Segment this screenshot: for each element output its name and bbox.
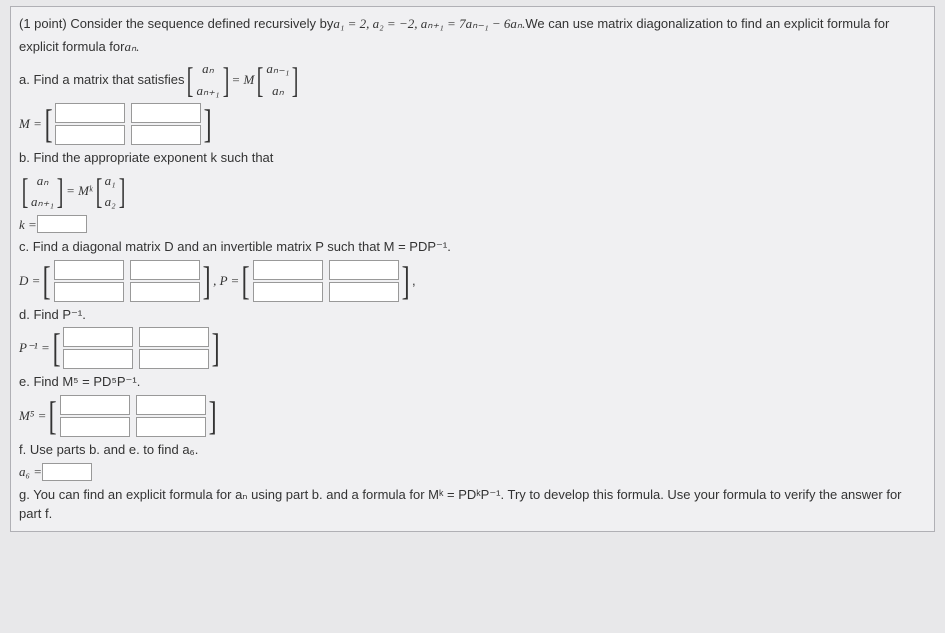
points-label: (1 point) [19, 14, 67, 34]
M-input-22[interactable] [131, 125, 201, 145]
M5-input-12[interactable] [136, 395, 206, 415]
M-matrix-row: M = [ ] [19, 103, 926, 145]
vec-a-top: aₙ [196, 59, 219, 79]
D-input-12[interactable] [130, 260, 200, 280]
D-input-21[interactable] [54, 282, 124, 302]
P-input-21[interactable] [253, 282, 323, 302]
M-input-11[interactable] [55, 103, 125, 123]
a6-input[interactable] [42, 463, 92, 481]
P-input-22[interactable] [329, 282, 399, 302]
vec-a-rbot: aₙ [266, 81, 289, 101]
a6-label: a₆ = [19, 462, 42, 482]
Pinv-input-11[interactable] [63, 327, 133, 347]
a6-row: a₆ = [19, 462, 926, 482]
problem-container: (1 point) Consider the sequence defined … [10, 6, 935, 532]
intro-text-2: We can use matrix diagonalization to fin… [525, 14, 889, 34]
vec-b-top: aₙ [31, 171, 54, 191]
part-a-label: a. Find a matrix that satisfies [19, 70, 184, 90]
k-input[interactable] [37, 215, 87, 233]
explicit-text: explicit formula for [19, 37, 124, 57]
M5-input-11[interactable] [60, 395, 130, 415]
k-label: k = [19, 215, 37, 235]
k-row: k = [19, 215, 926, 235]
comma-period: , [412, 271, 416, 291]
eq-M: = M [232, 70, 255, 90]
D-input-11[interactable] [54, 260, 124, 280]
vec-b-rbot: a₂ [105, 192, 116, 212]
vec-b-rtop: a₁ [105, 171, 116, 191]
M5-input-21[interactable] [60, 417, 130, 437]
D-input-22[interactable] [130, 282, 200, 302]
Pinv-input-21[interactable] [63, 349, 133, 369]
problem-intro: (1 point) Consider the sequence defined … [19, 14, 926, 34]
M5-input-22[interactable] [136, 417, 206, 437]
Pinv-row: P⁻¹ = [ ] [19, 327, 926, 369]
M5-row: M⁵ = [ ] [19, 395, 926, 437]
P-label: , P = [213, 271, 239, 291]
part-b-label: b. Find the appropriate exponent k such … [19, 148, 926, 168]
part-d-label: d. Find P⁻¹. [19, 305, 926, 325]
part-g-label: g. You can find an explicit formula for … [19, 485, 926, 524]
D-label: D = [19, 271, 40, 291]
P-input-11[interactable] [253, 260, 323, 280]
intro-line2: explicit formula for aₙ. [19, 37, 926, 57]
an-var: aₙ. [124, 37, 139, 57]
part-a-line: a. Find a matrix that satisfies [ aₙ aₙ₊… [19, 59, 926, 100]
recurrence-eq: a₁ = 2, a₂ = −2, aₙ₊₁ = 7aₙ₋₁ − 6aₙ. [333, 14, 525, 34]
Pinv-input-22[interactable] [139, 349, 209, 369]
M-label: M = [19, 114, 42, 134]
vec-a-bot: aₙ₊₁ [196, 81, 219, 101]
P-input-12[interactable] [329, 260, 399, 280]
part-f-label: f. Use parts b. and e. to find a₆. [19, 440, 926, 460]
DP-row: D = [ ] , P = [ [19, 260, 926, 302]
eq-Mk: = Mᵏ [66, 181, 93, 201]
Pinv-input-12[interactable] [139, 327, 209, 347]
Pinv-label: P⁻¹ = [19, 338, 50, 358]
part-e-label: e. Find M⁵ = PD⁵P⁻¹. [19, 372, 926, 392]
intro-text-1: Consider the sequence defined recursivel… [70, 14, 333, 34]
part-b-eq: [ aₙ aₙ₊₁ ] = Mᵏ [ a₁ a₂ ] [19, 171, 926, 212]
vec-a-rtop: aₙ₋₁ [266, 59, 289, 79]
M5-label: M⁵ = [19, 406, 46, 426]
M-input-21[interactable] [55, 125, 125, 145]
part-c-label: c. Find a diagonal matrix D and an inver… [19, 237, 926, 257]
vec-b-bot: aₙ₊₁ [31, 192, 54, 212]
M-input-12[interactable] [131, 103, 201, 123]
